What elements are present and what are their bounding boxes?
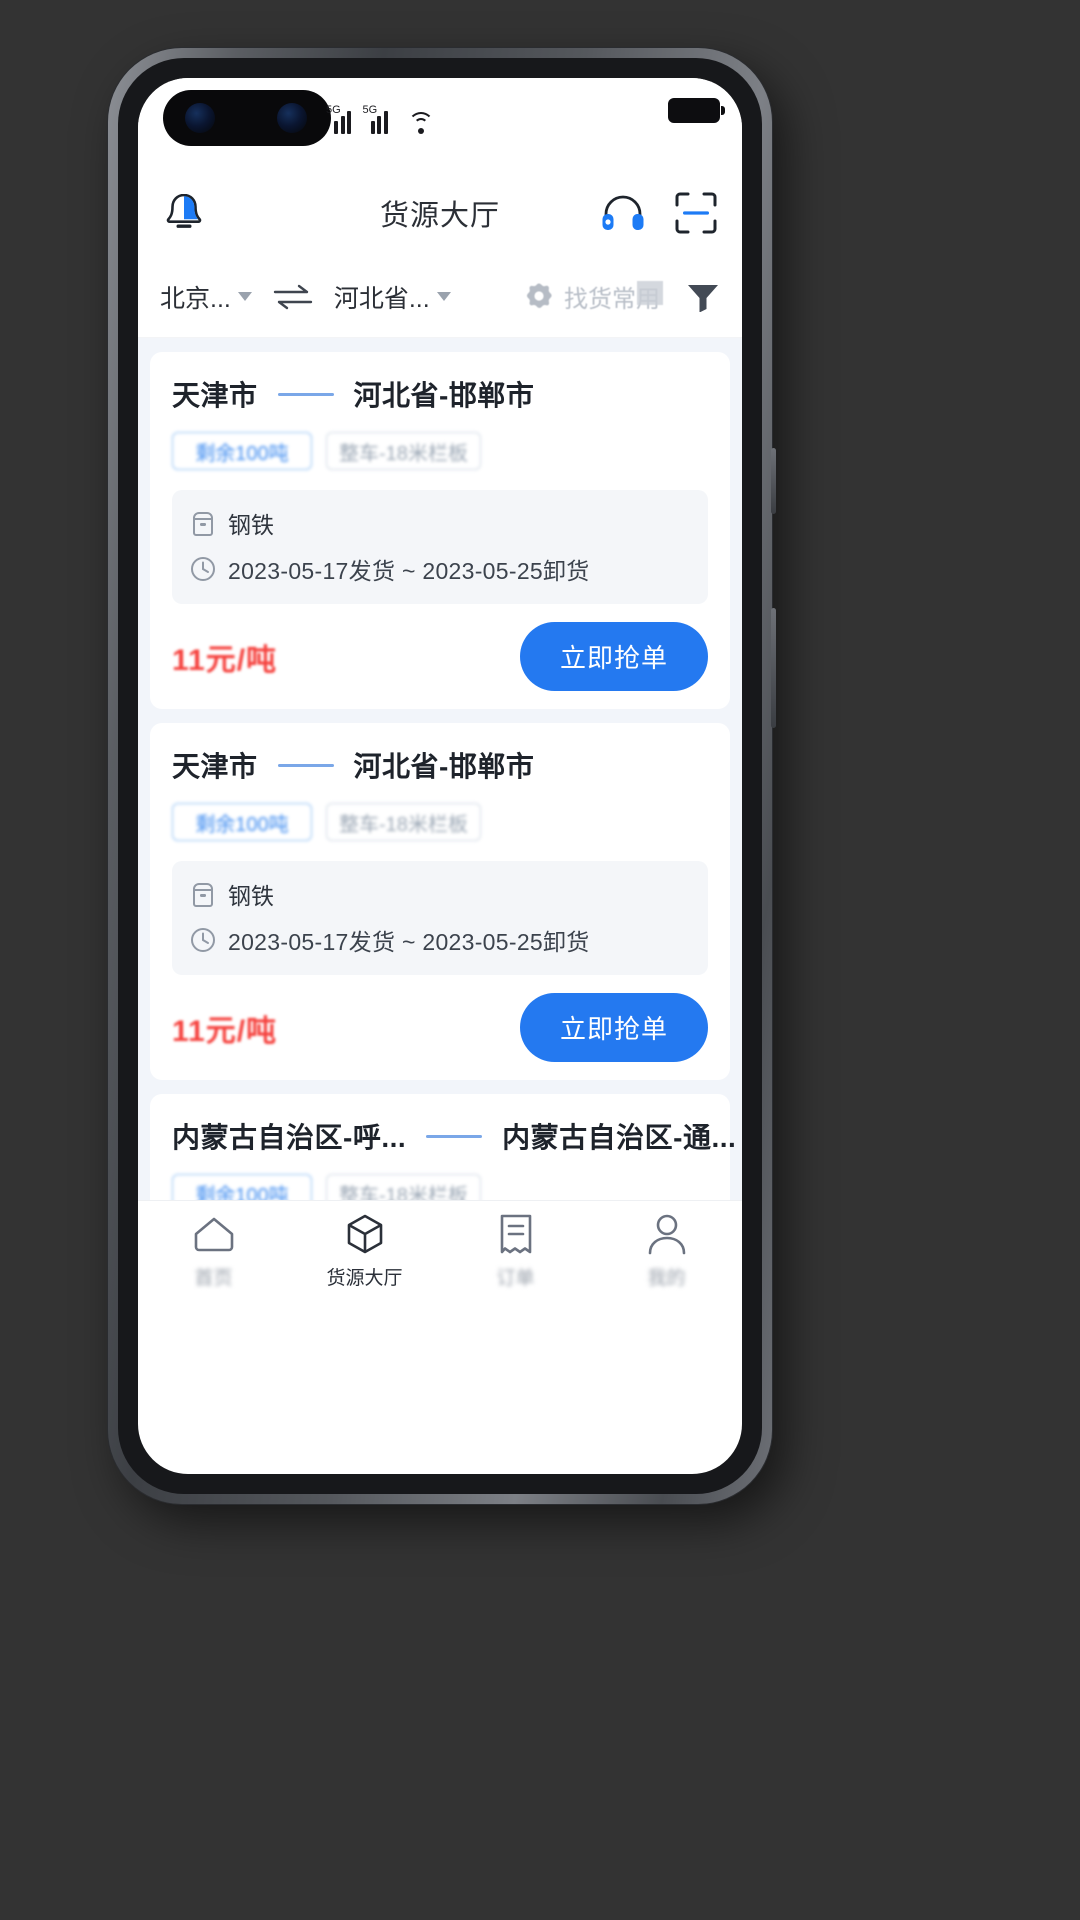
tag-vehicle: 整车-18米栏板 [326,803,481,841]
route-destination: 河北省-邯郸市 [353,380,535,411]
grab-order-button[interactable]: 立即抢单 [519,622,708,691]
headset-icon[interactable] [600,192,646,234]
bag-icon [193,512,213,536]
cargo-card[interactable]: 天津市 河北省-邯郸市 剩余100吨 整车-18米栏板 钢铁 2023-05-1… [150,723,730,1080]
tab-home[interactable]: 首页 [138,1211,289,1290]
cargo-date-row: 2023-05-17发货 ~ 2023-05-25卸货 [190,552,690,586]
dual-punch-hole-camera [163,90,331,146]
status-indicators: 5G 5G [326,100,434,134]
tag-list: 剩余100吨 整车-18米栏板 [172,432,708,470]
app-header: 货源大厅 [138,170,742,256]
price-label: 11元/吨 [172,643,278,677]
route-origin: 天津市 [172,380,258,411]
battery-area [668,98,725,123]
route-row: 天津市 河北省-邯郸市 [172,374,708,414]
cargo-name-row: 钢铁 [190,877,690,911]
tab-orders[interactable]: 订单 [440,1211,591,1290]
cargo-list[interactable]: 天津市 河北省-邯郸市 剩余100吨 整车-18米栏板 钢铁 2023-05-1… [138,338,742,1200]
funnel-filter-icon[interactable] [686,282,720,312]
tag-vehicle: 整车-18米栏板 [326,1174,481,1200]
cargo-date-range: 2023-05-17发货 ~ 2023-05-25卸货 [228,929,590,955]
tab-profile-label: 我的 [647,1268,686,1289]
destination-selector[interactable]: 河北省... [334,279,451,315]
cargo-card[interactable]: 天津市 河北省-邯郸市 剩余100吨 整车-18米栏板 钢铁 2023-05-1… [150,352,730,709]
tag-remaining: 剩余100吨 [172,432,312,470]
camera-lens-right [277,103,307,133]
route-dash-icon [426,1134,483,1138]
device-bezel: 5G 5G 货源大厅 北京... 河北省... 找货常用 天津市 河北省-邯郸市… [118,58,762,1494]
signal-bars-icon: 5G [326,105,358,134]
route-destination: 河北省-邯郸市 [353,751,535,782]
route-origin: 天津市 [172,751,258,782]
destination-label: 河北省... [333,284,430,313]
phone-screen: 5G 5G 货源大厅 北京... 河北省... 找货常用 天津市 河北省-邯郸市… [138,78,742,1474]
common-search-label: 找货常用 [564,279,663,314]
route-row: 天津市 河北省-邯郸市 [172,745,708,785]
price-label: 11元/吨 [172,1014,278,1048]
filter-bar: 北京... 河北省... 找货常用 [138,256,742,338]
swap-arrows-icon[interactable] [272,284,314,310]
tab-cargo-hall-label: 货源大厅 [326,1268,403,1289]
origin-label: 北京... [160,284,231,313]
wifi-icon [407,112,434,134]
cargo-date-range: 2023-05-17发货 ~ 2023-05-25卸货 [228,558,590,584]
clock-icon [191,557,215,581]
order-icon [496,1211,536,1257]
phone-device-frame: 5G 5G 货源大厅 北京... 河北省... 找货常用 天津市 河北省-邯郸市… [108,48,776,1504]
bell-icon[interactable] [162,190,206,236]
tab-cargo-hall[interactable]: 货源大厅 [289,1211,440,1290]
power-button[interactable] [771,608,776,728]
scan-icon[interactable] [674,191,718,235]
route-destination: 内蒙古自治区-通... [502,1122,737,1153]
clock-icon [191,928,215,952]
box-icon [343,1211,387,1257]
cargo-date-row: 2023-05-17发货 ~ 2023-05-25卸货 [190,923,690,957]
user-icon [646,1211,688,1257]
card-footer: 11元/吨 立即抢单 [172,993,708,1062]
cargo-name-row: 钢铁 [190,506,690,540]
gear-icon [523,281,555,313]
tab-home-label: 首页 [194,1268,233,1289]
tag-vehicle: 整车-18米栏板 [326,432,481,470]
grab-order-button[interactable]: 立即抢单 [519,993,708,1062]
route-dash-icon [277,392,334,396]
cargo-name: 钢铁 [228,512,274,538]
tag-list: 剩余100吨 整车-18米栏板 [172,803,708,841]
route-row: 内蒙古自治区-呼... 内蒙古自治区-通... [172,1116,736,1156]
bottom-tab-bar: 首页 货源大厅 订单 我的 [138,1200,742,1318]
route-dash-icon [277,763,334,767]
origin-selector[interactable]: 北京... [160,279,252,315]
tab-profile[interactable]: 我的 [591,1211,742,1290]
signal-bars-icon: 5G [363,105,395,134]
chevron-down-icon [436,292,451,301]
status-bar: 5G 5G [138,78,742,170]
common-search-button[interactable]: 找货常用 [523,279,663,314]
tag-list: 剩余100吨 整车-18米栏板 [172,1174,708,1200]
card-footer: 11元/吨 立即抢单 [172,622,708,691]
tab-orders-label: 订单 [496,1268,535,1289]
cargo-detail-box: 钢铁 2023-05-17发货 ~ 2023-05-25卸货 [172,861,708,975]
tag-remaining: 剩余100吨 [172,1174,312,1200]
volume-button[interactable] [771,448,776,514]
home-icon [192,1211,236,1257]
cargo-card[interactable]: 内蒙古自治区-呼... 内蒙古自治区-通... 剩余100吨 整车-18米栏板 [150,1094,736,1200]
tag-remaining: 剩余100吨 [172,803,312,841]
cargo-name: 钢铁 [228,883,274,909]
battery-icon [668,98,725,123]
cargo-detail-box: 钢铁 2023-05-17发货 ~ 2023-05-25卸货 [172,490,708,604]
route-origin: 内蒙古自治区-呼... [172,1122,407,1153]
bag-icon [193,883,213,907]
chevron-down-icon [237,292,252,301]
camera-lens-left [185,103,215,133]
